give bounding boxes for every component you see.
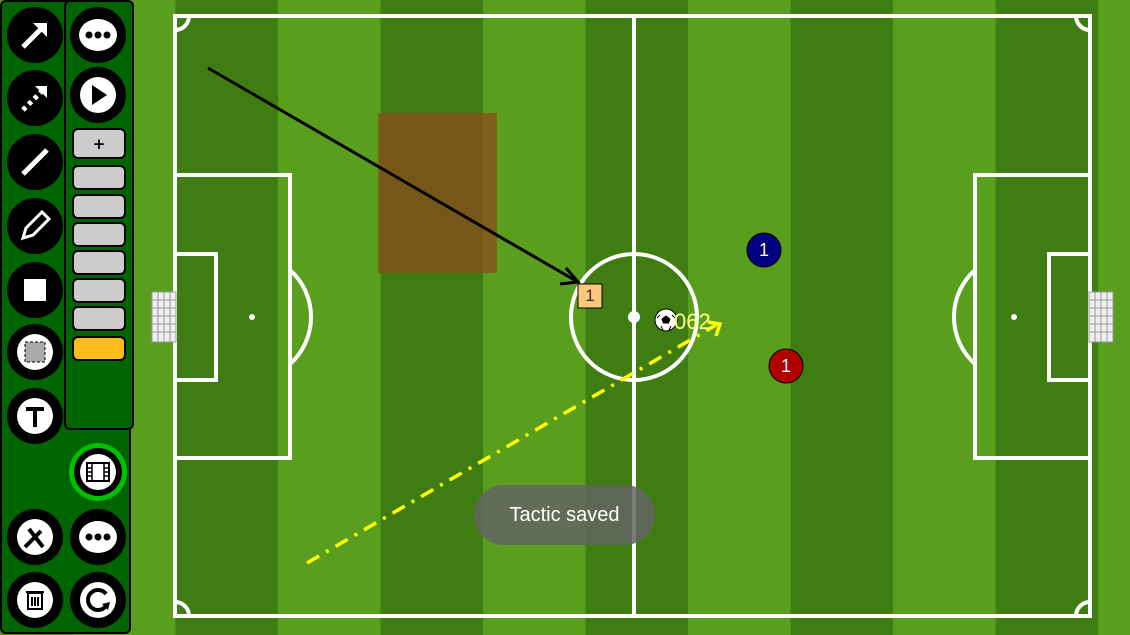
- trash-icon: [17, 582, 53, 618]
- square-button[interactable]: [7, 262, 63, 318]
- ball-label: 062: [674, 309, 711, 334]
- arrow-icon: [21, 23, 47, 49]
- line-button[interactable]: [7, 134, 63, 190]
- refresh-icon: [80, 582, 116, 618]
- highlight-zone[interactable]: [378, 113, 497, 273]
- pencil-button[interactable]: [7, 198, 63, 254]
- film-button[interactable]: [74, 448, 122, 496]
- arrow-button[interactable]: [7, 7, 63, 63]
- trash-button[interactable]: [7, 572, 63, 628]
- tools-button[interactable]: [7, 509, 63, 565]
- more-icon: [79, 521, 117, 553]
- more-button[interactable]: [70, 509, 126, 565]
- more-button[interactable]: [70, 7, 126, 63]
- frame-slot[interactable]: [72, 278, 126, 303]
- film-icon: [80, 454, 116, 490]
- play-icon: [80, 77, 116, 113]
- right-goal: [1088, 291, 1114, 343]
- dashed-arrow-button[interactable]: [7, 70, 63, 126]
- line-icon: [21, 148, 49, 176]
- frame-slot[interactable]: [72, 336, 126, 361]
- dashed-arrow-icon: [21, 86, 47, 112]
- square-marker-label: 1: [585, 286, 595, 305]
- text-button[interactable]: [7, 388, 63, 444]
- red-player-label: 1: [780, 356, 791, 376]
- frame-slot[interactable]: [72, 165, 126, 190]
- pencil-icon: [20, 209, 52, 241]
- frame-slot[interactable]: [72, 250, 126, 275]
- area-select-button[interactable]: [7, 324, 63, 380]
- more-icon: [79, 19, 117, 51]
- refresh-button[interactable]: [70, 572, 126, 628]
- tools-icon: [17, 519, 53, 555]
- square-icon: [24, 279, 46, 301]
- frame-slot[interactable]: [72, 306, 126, 331]
- area-select-icon: [17, 334, 53, 370]
- left-goal: [151, 291, 177, 343]
- text-icon: [17, 398, 53, 434]
- toast-message: Tactic saved: [474, 485, 655, 545]
- play-button[interactable]: [70, 67, 126, 123]
- frame-slot[interactable]: [72, 222, 126, 247]
- blue-player-label: 1: [758, 240, 769, 260]
- frame-slot[interactable]: [72, 194, 126, 219]
- add-frame-button[interactable]: +: [72, 128, 126, 159]
